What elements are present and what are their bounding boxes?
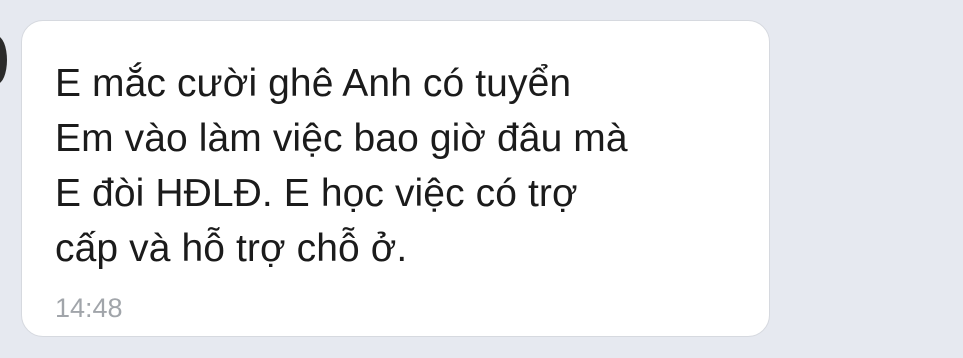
message-timestamp: 14:48 — [55, 293, 123, 323]
message-text: E mắc cười ghê Anh có tuyển Em vào làm v… — [55, 62, 628, 270]
message-bubble[interactable]: E mắc cười ghê Anh có tuyển Em vào làm v… — [21, 20, 770, 337]
avatar[interactable] — [0, 36, 7, 84]
